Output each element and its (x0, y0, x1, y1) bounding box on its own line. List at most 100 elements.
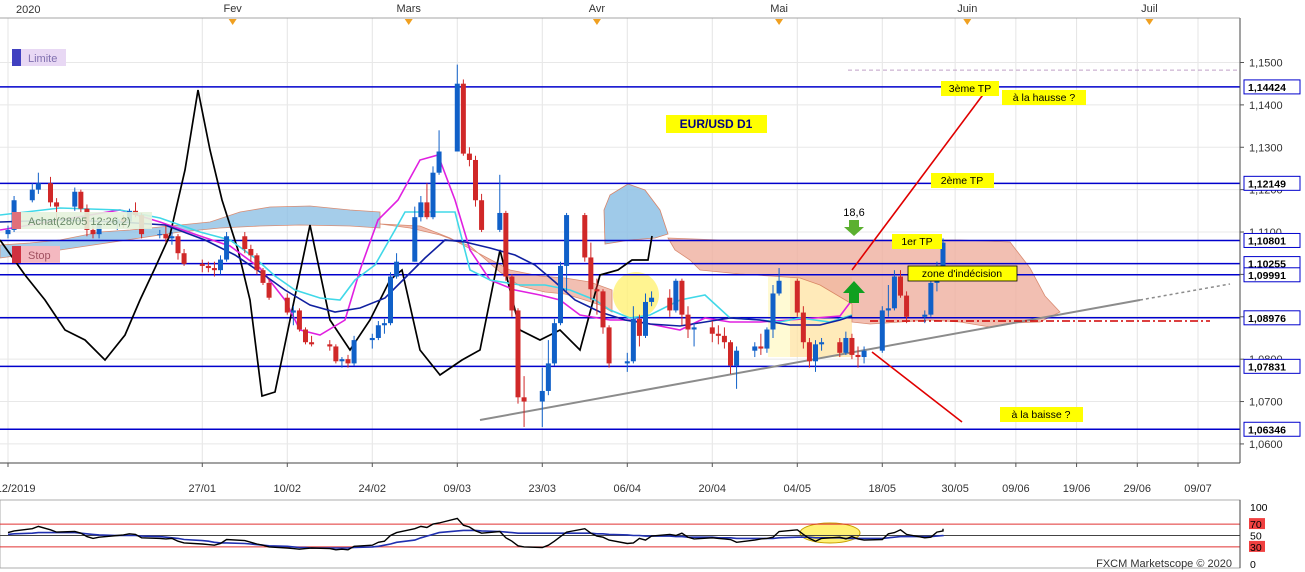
candle-body (734, 350, 740, 366)
oscillator-tick-label: 0 (1250, 559, 1256, 571)
candle-body (163, 234, 169, 239)
candle-body (891, 276, 897, 309)
oscillator-tick-label: 70 (1250, 519, 1262, 531)
candle-body (521, 397, 527, 402)
candle-body (169, 236, 175, 239)
oscillator-tick-label: 50 (1250, 531, 1262, 543)
candle-body (843, 337, 849, 353)
candle-body (254, 255, 260, 271)
candle-body (649, 297, 655, 302)
candle-body (303, 329, 308, 343)
x-tick-label: 09/03 (444, 483, 472, 495)
candle-body (424, 202, 430, 218)
candle-body (388, 276, 393, 324)
x-tick-label: 09/07 (1184, 483, 1212, 495)
buy-tag-marker (12, 212, 21, 229)
highlight-circle (613, 272, 659, 318)
candle-body (394, 261, 400, 277)
candle-body (29, 189, 35, 201)
down-label: à la baisse ? (1012, 409, 1071, 421)
candle-body (837, 342, 843, 353)
candle-body (260, 270, 266, 283)
buy-tag-label: Achat(28/05 12:26,2) (28, 216, 131, 228)
candle-body (715, 333, 721, 336)
candle-body (624, 361, 630, 364)
oscillator-highlight (799, 522, 861, 544)
price-level-label: 1,12149 (1248, 178, 1286, 190)
candle-body (205, 265, 211, 269)
candle-body (752, 346, 758, 351)
candle-body (199, 263, 205, 266)
candle-body (224, 236, 230, 260)
month-label: Mars (396, 3, 421, 15)
month-label: Juil (1141, 3, 1158, 15)
x-tick-label: 18/05 (869, 483, 897, 495)
candle-body (630, 318, 636, 362)
candle-body (667, 297, 673, 311)
stop-tag-marker (12, 246, 21, 263)
candle-body (430, 172, 436, 218)
candle-body (72, 191, 78, 207)
candle-body (218, 259, 223, 271)
candle-body (90, 229, 96, 235)
candle-body (800, 312, 806, 343)
x-tick-label: 27/01 (189, 483, 217, 495)
watermark: FXCM Marketscope © 2020 (1096, 558, 1232, 570)
candle-body (679, 280, 685, 315)
chart-title: EUR/USD D1 (680, 117, 753, 131)
candle-body (327, 344, 333, 347)
candle-body (351, 340, 357, 364)
tp1-label: 1er TP (901, 236, 932, 248)
candle-body (35, 183, 41, 190)
candle-body (685, 314, 691, 330)
candle-body (515, 310, 521, 398)
candle-body (606, 327, 612, 364)
x-tick-label: 04/05 (784, 483, 812, 495)
candle-body (643, 301, 648, 336)
tp2-label: 2ème TP (941, 175, 983, 187)
candle-body (594, 289, 600, 292)
candle-body (898, 276, 903, 296)
candle-body (709, 327, 715, 334)
candle-body (248, 248, 254, 256)
candle-body (879, 310, 885, 351)
month-label: Juin (957, 3, 977, 15)
candle-body (5, 229, 11, 235)
candle-body (333, 346, 339, 362)
y-tick-label: 1,0700 (1249, 397, 1283, 409)
candle-body (588, 257, 594, 290)
candle-body (242, 236, 248, 249)
candle-body (764, 329, 770, 349)
y-tick-label: 1,1400 (1249, 100, 1283, 112)
month-label: Mai (770, 3, 788, 15)
y-tick-label: 1,0600 (1249, 439, 1283, 451)
candle-body (819, 342, 825, 345)
candle-body (721, 335, 727, 343)
candle-body (673, 280, 679, 311)
candle-body (691, 327, 697, 330)
candle-body (290, 310, 296, 313)
x-tick-label: 20/04 (699, 483, 727, 495)
candle-body (266, 282, 272, 298)
oscillator-tick-label: 30 (1250, 542, 1262, 554)
candle-body (78, 191, 84, 209)
candle-body (600, 291, 606, 328)
candle-body (636, 318, 642, 336)
candle-body (460, 83, 466, 154)
candle-body (412, 217, 418, 262)
tp3-label: 3ème TP (949, 83, 991, 95)
y-tick-label: 1,1300 (1249, 142, 1283, 154)
y-tick-label: 1,1500 (1249, 58, 1283, 70)
candle-body (758, 346, 764, 349)
candle-body (776, 280, 782, 294)
count-label: 18,6 (843, 207, 864, 219)
x-tick-label: 09/06 (1002, 483, 1030, 495)
price-level-label: 1,10801 (1248, 235, 1286, 247)
chart-canvas: 2020 Fev Mars Avr Mai Juin Juil 26/12/2019 27/… (0, 0, 1305, 572)
candle-body (369, 337, 375, 341)
x-tick-label: 29/06 (1124, 483, 1152, 495)
x-tick-label: 23/03 (529, 483, 557, 495)
price-level-label: 1,06346 (1248, 424, 1286, 436)
x-tick-label: 06/04 (614, 483, 642, 495)
candle-body (558, 265, 563, 324)
